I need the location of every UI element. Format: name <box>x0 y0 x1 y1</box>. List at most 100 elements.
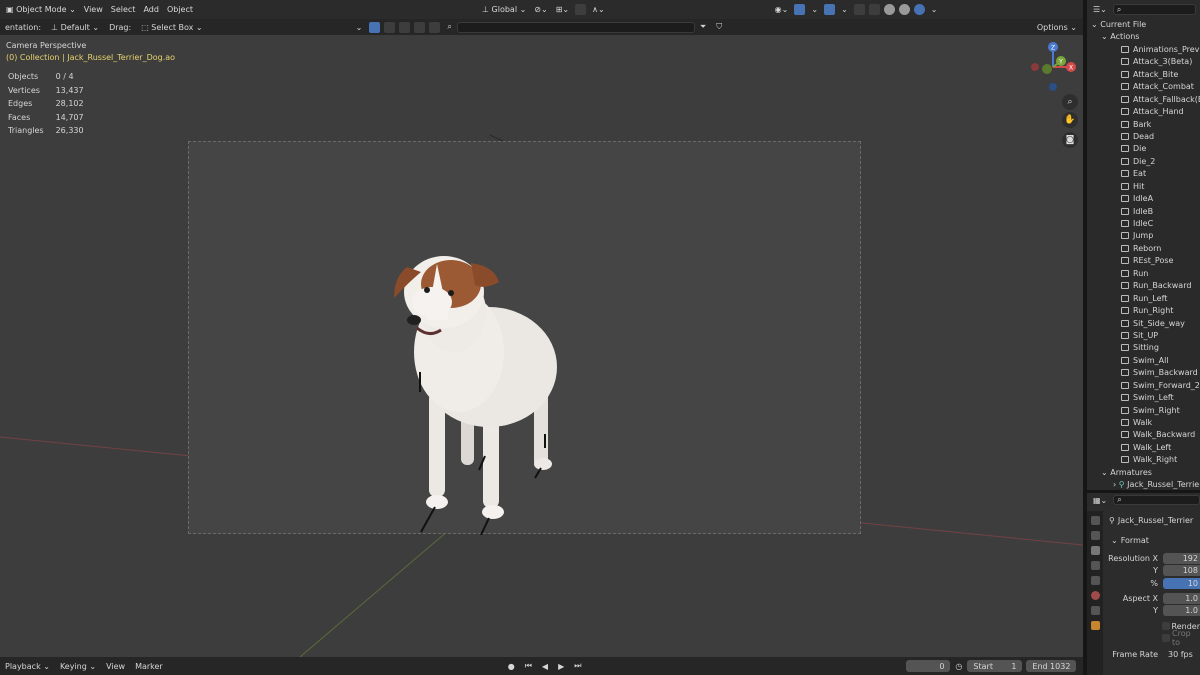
shading-wireframe-icon[interactable] <box>868 4 880 15</box>
outliner-action-item[interactable]: Jump <box>1087 230 1200 242</box>
shield-icon[interactable]: ⛉ <box>711 22 727 32</box>
filter-icon-3[interactable] <box>399 21 411 33</box>
timeline-view-menu[interactable]: View <box>101 662 130 671</box>
frame-rate-dropdown[interactable]: 30 fps <box>1163 648 1200 660</box>
frame-end-field[interactable]: End 1032 <box>1026 660 1077 672</box>
navigation-gizmo[interactable]: Z X Y <box>1027 39 1079 91</box>
falloff-dropdown[interactable]: ∧⌄ <box>588 5 609 14</box>
outliner-action-item[interactable]: Sit_Side_way <box>1087 318 1200 330</box>
shading-material-icon[interactable] <box>898 4 910 15</box>
resolution-percent-field[interactable]: 10 <box>1163 577 1200 589</box>
filter-icon-4[interactable] <box>414 21 426 33</box>
outliner-action-item[interactable]: Swim_Right <box>1087 405 1200 417</box>
outliner-armatures-group[interactable]: ⌄ Armatures <box>1087 467 1200 479</box>
resolution-x-field[interactable]: 192 <box>1163 552 1200 564</box>
outliner-action-item[interactable]: REst_Pose <box>1087 255 1200 267</box>
render-tab-icon[interactable] <box>1090 531 1100 540</box>
outliner-action-item[interactable]: Attack_Hand <box>1087 106 1200 118</box>
outliner-action-item[interactable]: IdleB <box>1087 206 1200 218</box>
filter-dropdown[interactable]: ⌄ <box>351 23 368 32</box>
format-section-header[interactable]: ⌄ Format <box>1103 534 1200 546</box>
world-tab-icon[interactable] <box>1090 591 1100 600</box>
area-divider[interactable] <box>1087 490 1200 493</box>
menu-select[interactable]: Select <box>107 5 140 14</box>
viewport-search-input[interactable] <box>456 21 695 33</box>
outliner-action-item[interactable]: Attack_Bite <box>1087 69 1200 81</box>
outliner-actions-group[interactable]: ⌄ Actions <box>1087 31 1200 43</box>
outliner-action-item[interactable]: Sitting <box>1087 342 1200 354</box>
overlay-dropdown[interactable]: ⌄ <box>837 5 852 14</box>
menu-view[interactable]: View <box>80 5 107 14</box>
options-dropdown[interactable]: Options ⌄ <box>1037 23 1083 32</box>
prev-keyframe-icon[interactable]: ◀ <box>537 662 553 671</box>
object-tab-icon[interactable] <box>1090 621 1100 630</box>
marker-menu[interactable]: Marker <box>130 662 168 671</box>
xray-toggle-icon[interactable] <box>853 4 865 15</box>
frame-start-field[interactable]: Start 1 <box>967 660 1023 672</box>
outliner-action-item[interactable]: Swim_All <box>1087 355 1200 367</box>
outliner-action-item[interactable]: Die_2 <box>1087 156 1200 168</box>
drag-value-dropdown[interactable]: ⬚ Select Box ⌄ <box>136 23 207 32</box>
jump-start-icon[interactable]: ⏮ <box>520 661 537 671</box>
pan-hand-icon[interactable]: ✋ <box>1062 112 1078 128</box>
dog-model[interactable] <box>189 142 862 536</box>
snap-toggle[interactable]: ⊞⌄ <box>552 5 573 14</box>
transform-orientation-dropdown[interactable]: ⊥ Global ⌄ <box>478 5 530 14</box>
outliner-root[interactable]: ⌄ Current File <box>1087 19 1200 31</box>
outliner-action-item[interactable]: Walk_Backward <box>1087 429 1200 441</box>
outliner-action-item[interactable]: Sit_UP <box>1087 330 1200 342</box>
render-region-checkbox[interactable] <box>1161 622 1170 630</box>
aspect-x-field[interactable]: 1.0 <box>1163 592 1200 604</box>
outliner-armature-item[interactable]: › ⚲ Jack_Russel_Terrier_ <box>1087 479 1200 490</box>
outliner-action-item[interactable]: Walk <box>1087 417 1200 429</box>
view-layer-tab-icon[interactable] <box>1090 561 1100 570</box>
outliner-action-item[interactable]: Reborn <box>1087 243 1200 255</box>
3d-viewport[interactable]: Camera Perspective (0) Collection | Jack… <box>0 35 1083 657</box>
aspect-y-field[interactable]: 1.0 <box>1163 604 1200 616</box>
menu-object[interactable]: Object <box>163 5 197 14</box>
outliner-action-item[interactable]: Animations_Preview <box>1087 44 1200 56</box>
outliner-action-item[interactable]: Bark <box>1087 119 1200 131</box>
outliner-action-item[interactable]: Hit <box>1087 181 1200 193</box>
camera-view-icon[interactable]: ◙ <box>1062 132 1078 148</box>
gizmo-dropdown[interactable]: ⌄ <box>807 5 822 14</box>
visibility-dropdown[interactable]: ◉⌄ <box>771 5 793 14</box>
outliner-action-item[interactable]: Attack_Fallback(Beta <box>1087 94 1200 106</box>
outliner-action-item[interactable]: IdleA <box>1087 193 1200 205</box>
current-frame-field[interactable]: 0 <box>906 660 951 672</box>
zoom-icon[interactable]: ⌕ <box>1062 94 1078 110</box>
filter-icon-5[interactable] <box>429 21 441 33</box>
collection-tab-icon[interactable] <box>1090 606 1100 615</box>
outliner-action-item[interactable]: Walk_Right <box>1087 454 1200 466</box>
outliner-action-item[interactable]: Walk_Left <box>1087 442 1200 454</box>
resolution-y-field[interactable]: 108 <box>1163 564 1200 576</box>
outliner-action-item[interactable]: Run_Right <box>1087 305 1200 317</box>
menu-add[interactable]: Add <box>139 5 163 14</box>
outliner-action-item[interactable]: Die <box>1087 143 1200 155</box>
proportional-edit-icon[interactable] <box>575 4 587 15</box>
editor-type-icon[interactable]: ▦⌄ <box>1093 496 1107 505</box>
keying-menu[interactable]: Keying ⌄ <box>55 662 101 671</box>
outliner-action-item[interactable]: IdleC <box>1087 218 1200 230</box>
area-divider[interactable] <box>1083 0 1087 675</box>
outliner-action-item[interactable]: Attack_3(Beta) <box>1087 56 1200 68</box>
mode-dropdown[interactable]: ▣ Object Mode ⌄ <box>2 5 80 14</box>
scene-tab-icon[interactable] <box>1090 576 1100 585</box>
filter-icon-2[interactable] <box>384 21 396 33</box>
overlay-toggle-icon[interactable] <box>824 4 836 15</box>
shading-dropdown[interactable]: ⌄ <box>927 5 942 14</box>
outliner-action-item[interactable]: Run_Left <box>1087 293 1200 305</box>
filter-icon-1[interactable] <box>369 21 381 33</box>
shading-rendered-icon[interactable] <box>913 4 925 15</box>
play-icon[interactable]: ▶ <box>553 662 569 671</box>
record-icon[interactable]: ● <box>503 662 520 671</box>
gizmo-toggle-icon[interactable] <box>794 4 806 15</box>
playback-menu[interactable]: Playback ⌄ <box>0 662 55 671</box>
properties-search-input[interactable]: ⌕ <box>1113 495 1200 505</box>
outliner-action-item[interactable]: Run_Backward <box>1087 280 1200 292</box>
outliner-action-item[interactable]: Run <box>1087 268 1200 280</box>
next-keyframe-icon[interactable]: ⏭ <box>569 661 586 671</box>
shading-solid-icon[interactable] <box>883 4 895 15</box>
display-mode-icon[interactable]: ☰⌄ <box>1093 5 1107 14</box>
outliner-action-item[interactable]: Swim_Forward_2 <box>1087 380 1200 392</box>
